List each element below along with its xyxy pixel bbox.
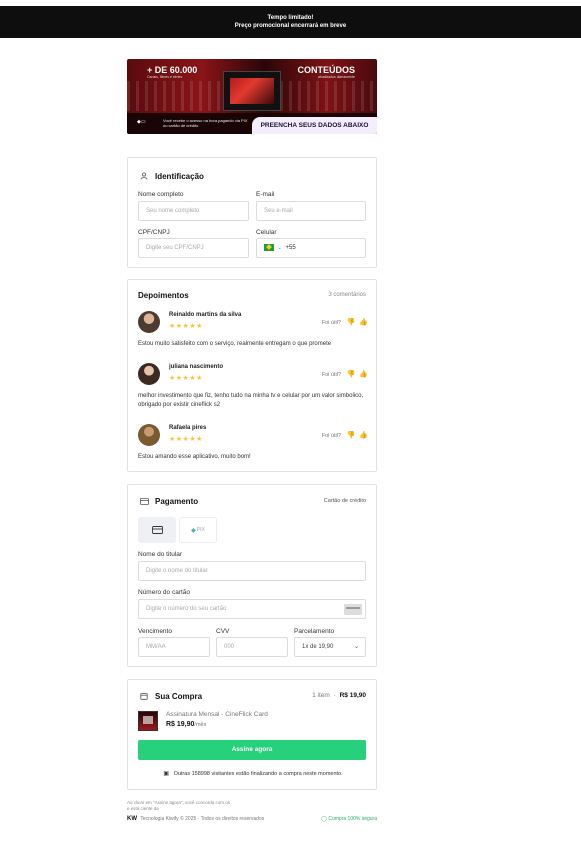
phone-input[interactable]: ⌄ +55: [256, 238, 366, 258]
promo-line-2: Preço promocional encerrará em breve: [234, 23, 347, 29]
product-name: Assinatura Mensal - CineFlick Card: [166, 711, 268, 718]
review-text: Estou muito satisfeito com o serviço, re…: [138, 341, 332, 347]
pix-method-tab[interactable]: ◆ PIX: [179, 517, 217, 543]
banner-left-subtitle: Canais, filmes e séries: [147, 75, 183, 79]
name-input[interactable]: Seu nome completo: [138, 201, 249, 221]
pix-icon: ◆: [191, 527, 196, 534]
review-author: juliana nascimento: [169, 364, 224, 370]
review-item: Reinaldo martins da silva ★★★★★ Foi útil…: [138, 311, 368, 351]
thumbs-up-icon[interactable]: 👍: [359, 432, 368, 439]
purchase-title: Sua Compra: [155, 691, 203, 701]
pix-label: PIX: [196, 527, 205, 533]
cpf-label: CPF/CNPJ: [138, 229, 170, 236]
pix-card-icon: ◆▭: [137, 119, 146, 125]
email-input[interactable]: Seu e-mail: [256, 201, 366, 221]
testimonials-section: Depoimentos 3 comentários Reinaldo marti…: [127, 279, 377, 472]
holder-input[interactable]: Digite o nome do titular: [138, 561, 366, 581]
visitors-note: Outras 158998 visitantes estão finalizan…: [173, 771, 343, 777]
installments-select[interactable]: 1x de 19,90 ⌄: [294, 637, 366, 657]
avatar: [138, 363, 160, 385]
card-number-label: Número do cartão: [138, 589, 191, 596]
card-method-tab[interactable]: [138, 517, 176, 543]
review-text: Estou amando esse aplicativo, muito bom!: [138, 454, 251, 460]
installments-value: 1x de 19,90: [302, 644, 334, 650]
expiry-input[interactable]: MM/AA: [138, 637, 210, 657]
review-item: juliana nascimento ★★★★★ Foi útil? 👎 👍 me…: [138, 363, 368, 413]
chevron-down-icon: ⌄: [353, 644, 359, 650]
payment-method-label: Cartão de crédito: [323, 498, 366, 504]
calendar-icon: ▣: [163, 771, 170, 777]
credit-card-icon: [151, 526, 163, 534]
banner-right-title: CONTEÚDOS: [297, 65, 355, 75]
footer-brand: Tecnologia Kiwify © 2025 - Todos os dire…: [140, 816, 265, 822]
secure-purchase: Compra 100% segura: [328, 816, 377, 822]
payment-title: Pagamento: [155, 496, 199, 506]
comments-count: 3 comentários: [328, 292, 366, 298]
product-period: /mês: [194, 722, 207, 728]
review-stars: ★★★★★: [169, 436, 203, 443]
installments-label: Parcelamento: [294, 628, 335, 635]
thumbs-down-icon[interactable]: 👎: [347, 432, 356, 439]
banner-note: Você recebe o acesso na hora pagando via…: [163, 118, 248, 128]
identification-title: Identificação: [155, 171, 204, 181]
cvv-input[interactable]: 000: [216, 637, 288, 657]
items-count: 1 item: [312, 692, 330, 699]
phone-prefix: +55: [285, 245, 296, 251]
promo-banner: + DE 60.000 Canais, filmes e séries CONT…: [127, 59, 377, 134]
kiwify-logo: KW: [127, 816, 137, 822]
name-label: Nome completo: [138, 191, 184, 198]
review-author: Reinaldo martins da silva: [169, 312, 242, 318]
terms-line-2: e está ciente da: [127, 806, 159, 811]
review-stars: ★★★★★: [169, 323, 203, 330]
card-brand-icon: [344, 604, 362, 615]
avatar: [138, 424, 160, 446]
credit-card-icon: [138, 495, 150, 507]
brazil-flag-icon[interactable]: [264, 243, 274, 251]
banner-right-subtitle: atualizados diariamente: [318, 75, 355, 79]
testimonials-title: Depoimentos: [138, 291, 189, 300]
purchase-section: Sua Compra 1 item · R$ 19,90 Assinatura …: [127, 679, 377, 790]
chevron-down-icon[interactable]: ⌄: [278, 245, 282, 251]
subscribe-button[interactable]: Assine agora: [138, 740, 366, 760]
thumbs-down-icon[interactable]: 👎: [347, 319, 356, 326]
thumbs-up-icon[interactable]: 👍: [359, 319, 368, 326]
cvv-label: CVV: [216, 628, 230, 635]
promo-line-1: Tempo limitado!: [267, 15, 314, 21]
cart-icon: [138, 690, 150, 702]
useful-label: Foi útil?: [321, 320, 342, 326]
card-number-placeholder: Digite o número do seu cartão: [146, 606, 227, 612]
review-text: melhor investimento que fiz, tenho tudo …: [138, 393, 364, 408]
card-number-input[interactable]: Digite o número do seu cartão: [138, 599, 366, 619]
thumbs-up-icon[interactable]: 👍: [359, 371, 368, 378]
product-price: R$ 19,90: [166, 721, 195, 728]
useful-label: Foi útil?: [321, 433, 342, 439]
user-icon: [138, 170, 150, 182]
terms-text: Ao clicar em "Assine agora", você concor…: [127, 800, 377, 812]
holder-label: Nome do titular: [138, 551, 183, 558]
review-stars: ★★★★★: [169, 375, 203, 382]
banner-cta: PREENCHA SEUS DADOS ABAIXO: [252, 117, 377, 134]
avatar: [138, 311, 160, 333]
purchase-total: R$ 19,90: [339, 692, 366, 699]
expiry-label: Vencimento: [138, 628, 172, 635]
cpf-input[interactable]: Digite seu CPF/CNPJ: [138, 238, 249, 258]
thumbs-down-icon[interactable]: 👎: [347, 371, 356, 378]
identification-section: Identificação Nome completo Seu nome com…: [127, 157, 377, 268]
useful-label: Foi útil?: [321, 372, 342, 378]
review-item: Rafaela pires ★★★★★ Foi útil? 👎 👍 Estou a…: [138, 424, 368, 464]
shield-check-icon: ◯: [321, 816, 327, 822]
email-label: E-mail: [256, 191, 275, 198]
phone-label: Celular: [256, 229, 277, 236]
payment-section: Pagamento Cartão de crédito ◆ PIX Nome d…: [127, 484, 377, 667]
tv-image: [223, 71, 281, 111]
product-thumbnail: [138, 711, 158, 731]
banner-left-title: + DE 60.000: [147, 65, 198, 75]
promo-bar: Tempo limitado! Preço promocional encerr…: [0, 6, 581, 38]
review-author: Rafaela pires: [169, 425, 207, 431]
